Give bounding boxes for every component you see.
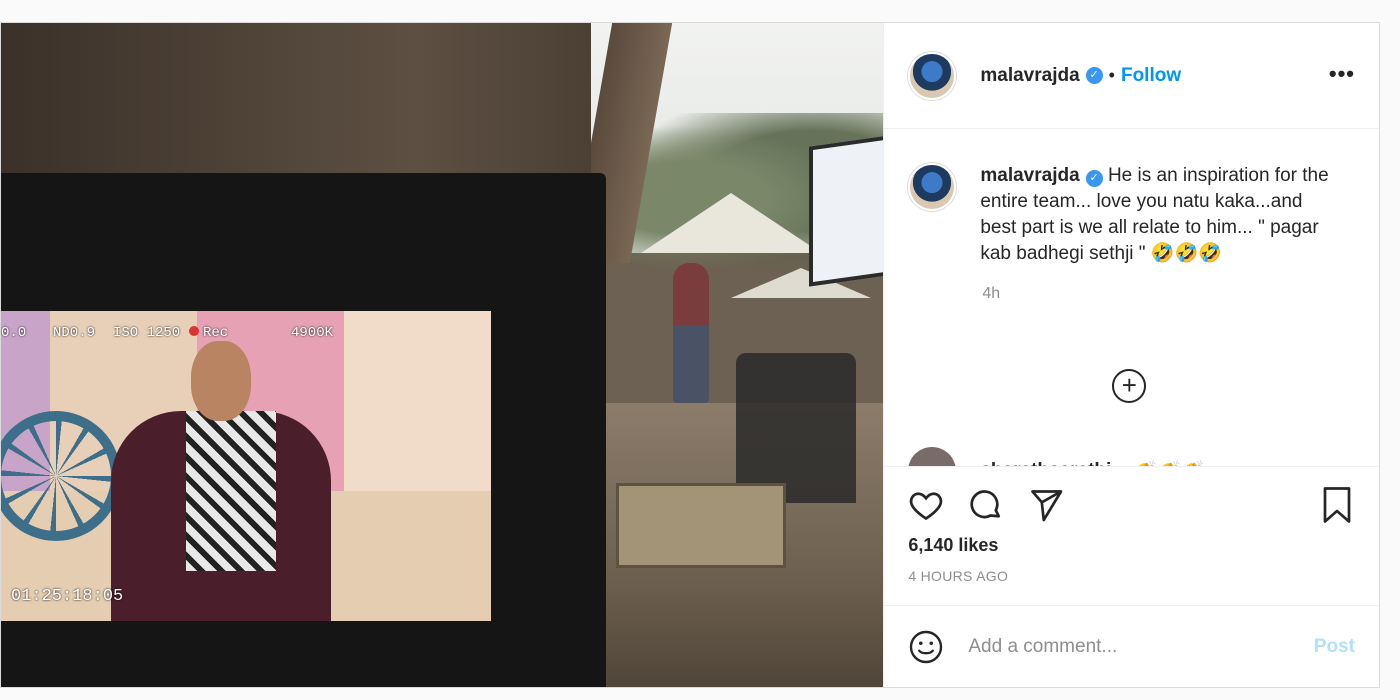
- posted-time[interactable]: 4 HOURS AGO: [908, 568, 1355, 584]
- hud-nd: ND0.9: [53, 325, 96, 341]
- caption: malavrajda ✓ He is an inspiration for the…: [908, 163, 1355, 267]
- header-separator: •: [1108, 65, 1115, 85]
- caption-verified-badge-icon: ✓: [1085, 170, 1103, 187]
- post-photo[interactable]: 0.0 ND0.9 ISO 1250 Rec 4900K 01:25:18:05: [1, 23, 884, 687]
- hud-iso: ISO 1250: [113, 325, 181, 341]
- share-icon[interactable]: [1028, 487, 1064, 523]
- next-comment-emoji: 👏👏👏: [1135, 459, 1206, 466]
- photo-crew-member: [673, 263, 709, 403]
- actions-bar: 6,140 likes 4 HOURS AGO: [884, 466, 1379, 604]
- next-comment-avatar[interactable]: [908, 447, 957, 466]
- bookmark-icon[interactable]: [1319, 485, 1355, 525]
- likes-count[interactable]: 6,140 likes: [908, 535, 1355, 556]
- avatar[interactable]: [908, 51, 957, 100]
- photo-light-panel: [809, 135, 884, 287]
- load-more-icon[interactable]: +: [1112, 369, 1147, 403]
- header-username[interactable]: malavrajda: [980, 65, 1079, 87]
- follow-button[interactable]: Follow: [1121, 65, 1181, 87]
- action-icons: [908, 485, 1355, 525]
- caption-avatar[interactable]: [908, 163, 957, 211]
- verified-badge-icon: ✓: [1085, 67, 1103, 84]
- next-comment: sharathsarathi 👏👏👏: [908, 447, 1206, 466]
- post-header: malavrajda ✓ • Follow •••: [884, 23, 1379, 129]
- photo-monitor-screen: 0.0 ND0.9 ISO 1250 Rec 4900K 01:25:18:05: [1, 311, 491, 621]
- comment-icon[interactable]: [968, 487, 1004, 523]
- hud-kelvin: 4900K: [291, 325, 334, 341]
- hud-left-value: 0.0: [1, 325, 27, 341]
- comment-input[interactable]: [968, 635, 1314, 658]
- post-card: 0.0 ND0.9 ISO 1250 Rec 4900K 01:25:18:05…: [0, 22, 1380, 688]
- hud-rec-label: Rec: [203, 325, 229, 341]
- emoji-icon[interactable]: [908, 629, 944, 665]
- hud-rec: Rec: [189, 325, 228, 341]
- rec-dot-icon: [189, 326, 199, 336]
- screen-actor: [111, 341, 331, 621]
- photo-chair: [736, 353, 856, 503]
- post-sidebar: malavrajda ✓ • Follow ••• malavrajda ✓ He…: [883, 23, 1379, 687]
- photo-equipment-case: [616, 483, 786, 568]
- comments-section[interactable]: malavrajda ✓ He is an inspiration for the…: [884, 129, 1379, 466]
- actor-scarf: [186, 411, 276, 571]
- caption-text-block: malavrajda ✓ He is an inspiration for the…: [980, 163, 1330, 267]
- actor-head: [191, 341, 251, 421]
- caption-username[interactable]: malavrajda: [980, 165, 1079, 186]
- heart-icon[interactable]: [908, 487, 944, 523]
- more-options-icon[interactable]: •••: [1329, 61, 1355, 87]
- caption-time[interactable]: 4h: [982, 285, 1355, 303]
- comment-box: Post: [884, 605, 1379, 687]
- hud-timecode: 01:25:18:05: [11, 587, 124, 606]
- post-comment-button[interactable]: Post: [1314, 636, 1355, 658]
